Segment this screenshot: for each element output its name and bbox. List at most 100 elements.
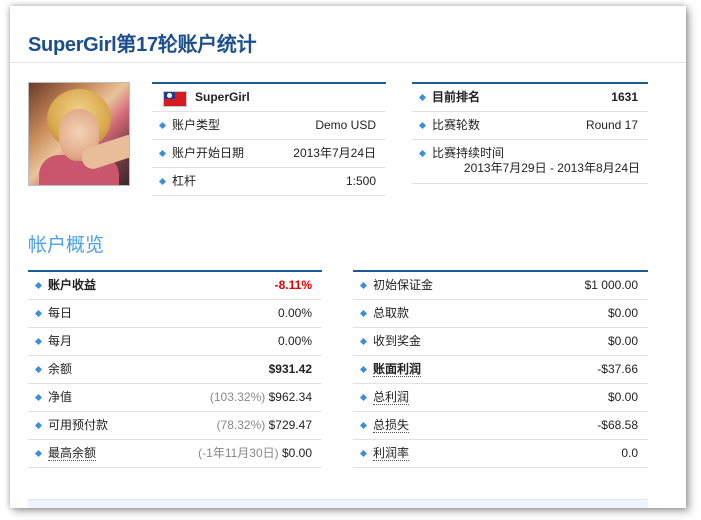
book-profit-value: -$37.66 [597,362,638,376]
leverage-row: 杠杆 1:500 [152,168,386,196]
leverage-value: 1:500 [345,174,376,188]
account-type-row: 账户类型 Demo USD [152,112,386,140]
gross-profit-row: 总利润 $0.00 [353,384,648,412]
withdrawals-row: 总取款 $0.00 [353,300,648,328]
leverage-label: 杠杆 [172,174,197,188]
daily-label: 每日 [48,306,73,320]
balance-value: $931.42 [268,362,312,376]
gross-loss-value: -$68.58 [597,418,638,432]
initial-deposit-row: 初始保证金 $1 000.00 [353,272,648,300]
avatar [28,82,130,186]
monthly-row: 每月 0.00% [28,328,322,356]
gross-loss-row: 总损失 -$68.58 [353,412,648,440]
profile-table: SuperGirl 账户类型 Demo USD 账户开始日期 2013年7月24… [152,82,386,196]
bullet-icon [158,177,167,186]
overview-section-title: 帐户概览 [28,235,105,256]
withdrawals-label: 总取款 [373,306,410,320]
overview-right-table: 初始保证金 $1 000.00 总取款 $0.00 收到奖金 $0.00 账面利… [353,270,648,468]
daily-value: 0.00% [277,306,312,320]
round-label: 比赛轮数 [432,118,481,132]
profit-row: 账户收益 -8.11% [28,272,322,300]
free-margin-value-group: (78.32%) $729.47 [217,412,312,439]
gross-loss-label-wrap: 总损失 [373,412,410,439]
rank-value: 1631 [611,90,638,104]
bullet-icon [34,337,43,346]
gross-profit-label[interactable]: 总利润 [373,390,410,405]
book-profit-row: 账面利润 -$37.66 [353,356,648,384]
bullet-icon [359,421,368,430]
bullet-icon [34,393,43,402]
bullet-icon [34,281,43,290]
equity-label: 净值 [48,390,73,404]
bullet-icon [34,365,43,374]
contest-table: 目前排名 1631 比赛轮数 Round 17 比赛持续时间 2013年7月29… [412,82,648,184]
profit-factor-label[interactable]: 利润率 [373,446,410,461]
profit-factor-value: 0.0 [621,446,638,460]
max-balance-date: (-1年11月30日) [198,446,279,460]
bonus-value: $0.00 [607,334,638,348]
gross-profit-label-wrap: 总利润 [373,384,410,411]
rank-label: 目前排名 [432,90,481,104]
profile-name-row: SuperGirl [152,84,386,112]
balance-label: 余额 [48,362,73,376]
daily-row: 每日 0.00% [28,300,322,328]
free-margin-label: 可用预付款 [48,418,109,432]
monthly-label: 每月 [48,334,73,348]
gross-loss-label[interactable]: 总损失 [373,418,410,433]
statistics-panel: SuperGirl第17轮账户统计 SuperGirl 账户类型 Demo US… [10,6,686,508]
gross-profit-value: $0.00 [607,390,638,404]
bullet-icon [418,149,427,158]
equity-value-group: (103.32%) $962.34 [210,384,312,411]
max-balance-row: 最高余额 (-1年11月30日) $0.00 [28,440,322,468]
book-profit-label-wrap: 账面利润 [373,356,422,383]
profit-value: -8.11% [274,278,312,292]
monthly-value: 0.00% [277,334,312,348]
bullet-icon [359,309,368,318]
next-section-strip [28,499,648,508]
account-start-label: 账户开始日期 [172,146,245,160]
account-start-value: 2013年7月24日 [293,146,376,160]
bonus-row: 收到奖金 $0.00 [353,328,648,356]
equity-value: $962.34 [268,390,312,404]
equity-percent: (103.32%) [209,390,266,404]
bullet-icon [359,365,368,374]
max-balance-value-group: (-1年11月30日) $0.00 [198,440,312,467]
initial-deposit-value: $1 000.00 [584,278,638,292]
initial-deposit-label: 初始保证金 [373,278,434,292]
taiwan-flag-icon [163,91,187,107]
round-value: Round 17 [585,118,638,132]
account-start-row: 账户开始日期 2013年7月24日 [152,140,386,168]
book-profit-label[interactable]: 账面利润 [373,362,422,377]
page-title: SuperGirl第17轮账户统计 [28,34,257,56]
profit-factor-row: 利润率 0.0 [353,440,648,468]
duration-value: 2013年7月29日 - 2013年8月24日 [463,161,640,175]
equity-row: 净值 (103.32%) $962.34 [28,384,322,412]
overview-left-table: 账户收益 -8.11% 每日 0.00% 每月 0.00% 余额 $931.42… [28,270,322,468]
round-row: 比赛轮数 Round 17 [412,112,648,140]
balance-row: 余额 $931.42 [28,356,322,384]
rank-row: 目前排名 1631 [412,84,648,112]
free-margin-row: 可用预付款 (78.32%) $729.47 [28,412,322,440]
bonus-label: 收到奖金 [373,334,422,348]
free-margin-percent: (78.32%) [216,418,266,432]
bullet-icon [34,421,43,430]
bullet-icon [158,121,167,130]
profit-factor-label-wrap: 利润率 [373,440,410,467]
max-balance-label[interactable]: 最高余额 [48,446,97,461]
duration-row: 比赛持续时间 2013年7月29日 - 2013年8月24日 [412,140,648,184]
bullet-icon [359,337,368,346]
bullet-icon [418,121,427,130]
bullet-icon [359,393,368,402]
page-header: SuperGirl第17轮账户统计 [10,6,686,63]
account-name: SuperGirl [195,90,250,104]
withdrawals-value: $0.00 [607,306,638,320]
bullet-icon [418,93,427,102]
account-type-value: Demo USD [315,118,376,132]
free-margin-value: $729.47 [268,418,312,432]
bullet-icon [359,449,368,458]
max-balance-value: $0.00 [281,446,312,460]
bullet-icon [34,449,43,458]
max-balance-label-wrap: 最高余额 [48,440,97,467]
bullet-icon [158,149,167,158]
bullet-icon [34,309,43,318]
